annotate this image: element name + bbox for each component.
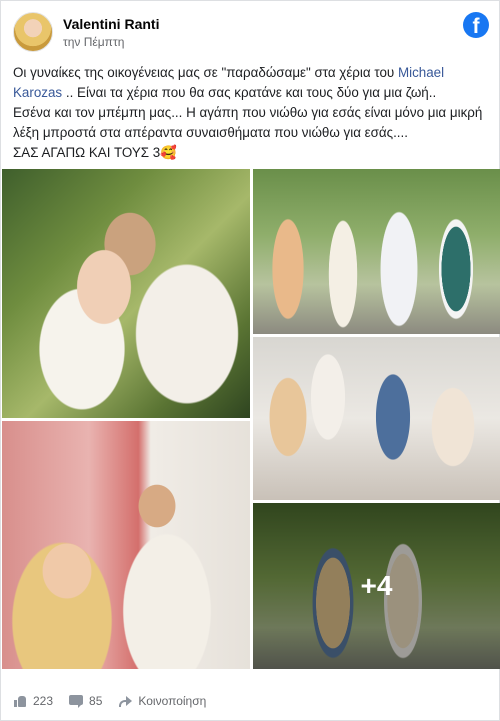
avatar[interactable] [13,12,53,52]
photo-ring-ceremony[interactable] [253,337,500,500]
share-button[interactable]: Κοινοποίηση [118,694,206,708]
share-label: Κοινοποίηση [138,694,207,708]
photo-more[interactable]: +4 [253,503,500,669]
tagged-user-last[interactable]: Karozas [13,85,62,100]
photo-family-group[interactable] [253,169,500,334]
comments-count-group[interactable]: 85 [69,694,102,708]
post-text-line4: ΣΑΣ ΑΓΑΠΩ ΚΑΙ ΤΟΥΣ 3🥰 [13,145,177,160]
share-icon [118,694,133,708]
tagged-user-first[interactable]: Michael [398,65,444,80]
likes-count-group[interactable]: 223 [13,694,53,708]
author-name[interactable]: Valentini Ranti [63,16,159,32]
photo-grid: +4 [2,169,500,669]
likes-count: 223 [33,694,54,708]
post-footer: 223 85 Κοινοποίηση [13,691,489,711]
photo-couple-masks[interactable] [2,421,250,669]
facebook-logo-icon[interactable]: f [463,12,489,38]
post-timestamp[interactable]: την Πέμπτη [63,35,124,49]
post-text-line2: .. Είναι τα χέρια που θα σας κρατάνε και… [62,85,437,100]
like-icon [13,694,27,708]
post-text-line1: Οι γυναίκες της οικογένειας μας σε "παρα… [13,65,398,80]
post-card: Valentini Ranti την Πέμπτη f Οι γυναίκες… [0,0,500,721]
post-header: Valentini Ranti την Πέμπτη f [13,12,489,52]
more-photos-overlay[interactable]: +4 [253,503,500,669]
post-text-paragraph: Οι γυναίκες της οικογένειας μας σε "παρα… [13,63,491,163]
comment-icon [69,694,84,708]
post-text-line3: Εσένα και τον μπέμπη μας... Η αγάπη που … [13,105,483,140]
photo-couple-kiss[interactable] [2,169,250,418]
post-text: Οι γυναίκες της οικογένειας μας σε "παρα… [13,63,491,163]
comments-count: 85 [89,694,103,708]
